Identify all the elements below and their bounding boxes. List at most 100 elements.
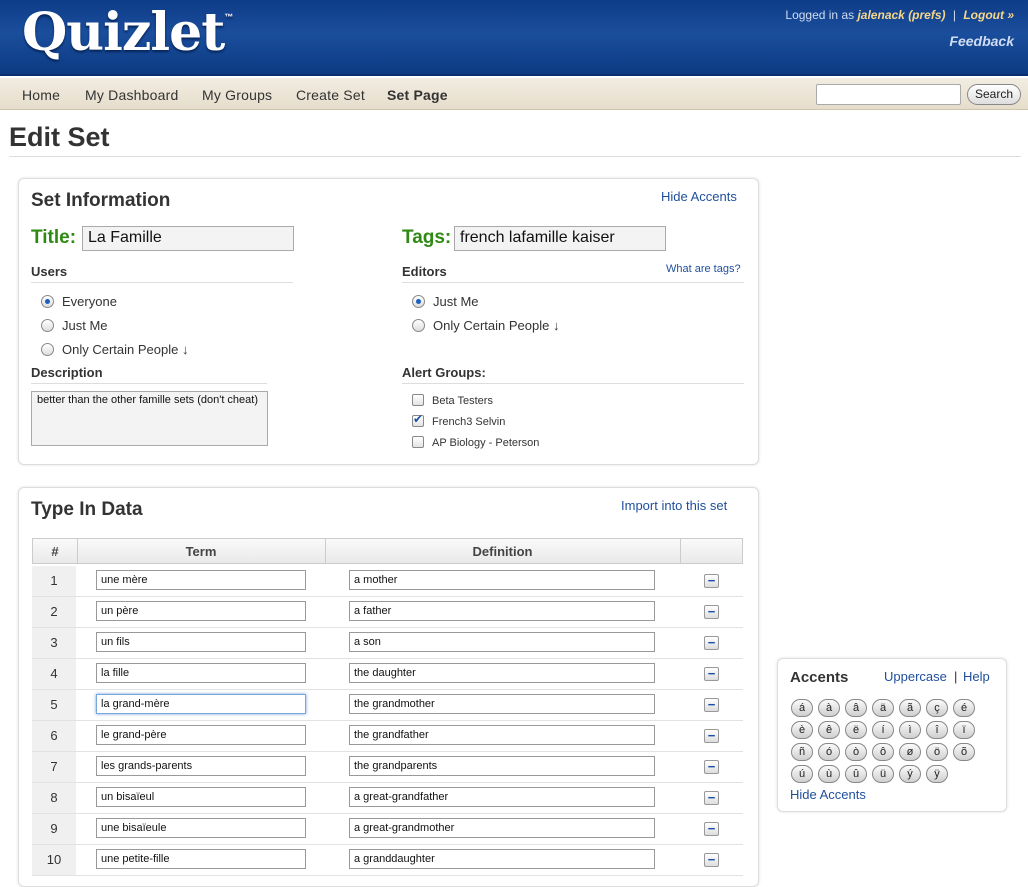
accent-key[interactable]: ú xyxy=(791,765,813,783)
term-input[interactable]: un bisaïeul xyxy=(96,787,306,807)
import-into-set-link[interactable]: Import into this set xyxy=(621,498,727,513)
accent-key[interactable]: ÿ xyxy=(926,765,948,783)
accent-key[interactable]: í xyxy=(872,721,894,739)
definition-input[interactable]: a granddaughter xyxy=(349,849,655,869)
tags-input[interactable]: french lafamille kaiser xyxy=(454,226,666,251)
radio-icon[interactable] xyxy=(412,319,425,332)
definition-input[interactable]: a great-grandmother xyxy=(349,818,655,838)
accent-key[interactable]: ï xyxy=(953,721,975,739)
table-row: 7 les grands-parents the grandparents − xyxy=(32,752,743,783)
remove-row-icon[interactable]: − xyxy=(704,667,719,681)
radio-icon[interactable] xyxy=(41,319,54,332)
accent-key[interactable]: õ xyxy=(953,743,975,761)
accent-key[interactable]: î xyxy=(926,721,948,739)
term-input[interactable]: la fille xyxy=(96,663,306,683)
nav-home[interactable]: Home xyxy=(22,87,60,103)
accent-key[interactable]: ö xyxy=(926,743,948,761)
accent-key[interactable]: ç xyxy=(926,699,948,717)
accent-key[interactable]: ò xyxy=(845,743,867,761)
term-input[interactable]: un fils xyxy=(96,632,306,652)
accent-key[interactable]: é xyxy=(953,699,975,717)
term-input[interactable]: les grands-parents xyxy=(96,756,306,776)
accent-key[interactable]: ý xyxy=(899,765,921,783)
accent-key[interactable]: ô xyxy=(872,743,894,761)
accent-key[interactable]: ü xyxy=(872,765,894,783)
definition-input[interactable]: the grandparents xyxy=(349,756,655,776)
accent-key[interactable]: ù xyxy=(818,765,840,783)
search-input[interactable] xyxy=(816,84,961,105)
radio-selected-icon[interactable] xyxy=(412,295,425,308)
nav-create-set[interactable]: Create Set xyxy=(296,87,365,103)
definition-input[interactable]: a mother xyxy=(349,570,655,590)
radio-icon[interactable] xyxy=(41,343,54,356)
term-input[interactable]: la grand-mère xyxy=(96,694,306,714)
users-option-everyone[interactable]: Everyone xyxy=(41,294,117,309)
hide-accents-link[interactable]: Hide Accents xyxy=(790,787,866,802)
alert-group-beta-testers[interactable]: Beta Testers xyxy=(412,394,493,407)
nav-my-dashboard[interactable]: My Dashboard xyxy=(85,87,178,103)
feedback-link[interactable]: Feedback xyxy=(949,33,1014,49)
checkbox-icon[interactable] xyxy=(412,436,424,448)
accent-key[interactable]: û xyxy=(845,765,867,783)
accent-key[interactable]: ñ xyxy=(791,743,813,761)
definition-input[interactable]: a father xyxy=(349,601,655,621)
accent-key[interactable]: à xyxy=(818,699,840,717)
title-divider xyxy=(9,156,1021,157)
table-row: 8 un bisaïeul a great-grandfather − xyxy=(32,783,743,814)
table-row: 10 une petite-fille a granddaughter − xyxy=(32,845,743,876)
accent-key[interactable]: è xyxy=(791,721,813,739)
accent-key[interactable]: ã xyxy=(899,699,921,717)
accents-help-link[interactable]: Help xyxy=(963,669,990,684)
accent-key[interactable]: ä xyxy=(872,699,894,717)
accent-key[interactable]: ì xyxy=(899,721,921,739)
username-link[interactable]: jalenack xyxy=(857,8,904,22)
term-input[interactable]: un père xyxy=(96,601,306,621)
remove-row-icon[interactable]: − xyxy=(704,853,719,867)
hide-accents-link[interactable]: Hide Accents xyxy=(661,189,737,204)
remove-row-icon[interactable]: − xyxy=(704,760,719,774)
accent-key[interactable]: â xyxy=(845,699,867,717)
col-number-header: # xyxy=(51,544,59,559)
radio-selected-icon[interactable] xyxy=(41,295,54,308)
type-in-data-heading: Type In Data xyxy=(31,499,143,520)
accent-key[interactable]: ê xyxy=(818,721,840,739)
remove-row-icon[interactable]: − xyxy=(704,574,719,588)
editors-option-certain-people[interactable]: Only Certain People ↓ xyxy=(412,318,559,333)
definition-input[interactable]: a great-grandfather xyxy=(349,787,655,807)
definition-input[interactable]: the grandfather xyxy=(349,725,655,745)
term-input[interactable]: une bisaïeule xyxy=(96,818,306,838)
term-input[interactable]: le grand-père xyxy=(96,725,306,745)
definition-input[interactable]: a son xyxy=(349,632,655,652)
checkbox-checked-icon[interactable] xyxy=(412,412,424,427)
remove-row-icon[interactable]: − xyxy=(704,698,719,712)
term-input[interactable]: une petite-fille xyxy=(96,849,306,869)
description-input[interactable]: better than the other famille sets (don'… xyxy=(31,391,268,446)
accent-key[interactable]: ø xyxy=(899,743,921,761)
definition-input[interactable]: the grandmother xyxy=(349,694,655,714)
quizlet-logo[interactable]: Quizlet™ xyxy=(22,2,233,63)
alert-group-ap-biology[interactable]: AP Biology - Peterson xyxy=(412,436,539,449)
checkbox-icon[interactable] xyxy=(412,394,424,406)
remove-row-icon[interactable]: − xyxy=(704,729,719,743)
title-label: Title: xyxy=(31,227,77,248)
uppercase-link[interactable]: Uppercase xyxy=(884,669,947,684)
accent-key[interactable]: ë xyxy=(845,721,867,739)
editors-option-just-me[interactable]: Just Me xyxy=(412,294,479,309)
accent-key[interactable]: á xyxy=(791,699,813,717)
remove-row-icon[interactable]: − xyxy=(704,791,719,805)
remove-row-icon[interactable]: − xyxy=(704,822,719,836)
remove-row-icon[interactable]: − xyxy=(704,636,719,650)
term-input[interactable]: une mère xyxy=(96,570,306,590)
title-input[interactable]: La Famille xyxy=(82,226,294,251)
accent-key[interactable]: ó xyxy=(818,743,840,761)
users-option-certain-people[interactable]: Only Certain People ↓ xyxy=(41,342,188,357)
remove-row-icon[interactable]: − xyxy=(704,605,719,619)
users-option-just-me[interactable]: Just Me xyxy=(41,318,108,333)
prefs-link[interactable]: (prefs) xyxy=(908,8,945,22)
nav-my-groups[interactable]: My Groups xyxy=(202,87,272,103)
alert-group-french3-selvin[interactable]: French3 Selvin xyxy=(412,412,505,428)
nav-set-page[interactable]: Set Page xyxy=(387,87,448,103)
logout-link[interactable]: Logout » xyxy=(963,8,1014,22)
definition-input[interactable]: the daughter xyxy=(349,663,655,683)
search-button[interactable]: Search xyxy=(967,84,1021,105)
